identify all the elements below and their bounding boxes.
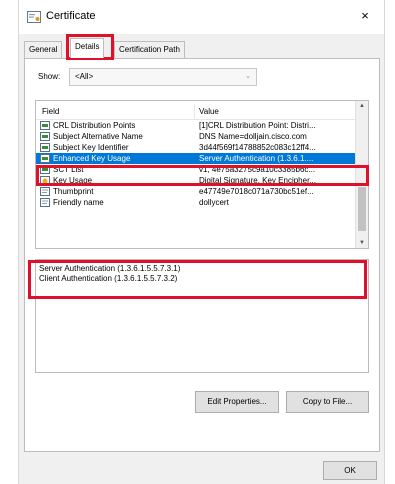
list-scrollbar[interactable]: ▲ ▼	[355, 101, 368, 248]
ok-button[interactable]: OK	[323, 461, 377, 480]
details-panel: Show: <All> ⌄ Field Value CRL Distributi…	[24, 58, 380, 452]
detail-line: Server Authentication (1.3.6.1.5.5.7.3.1…	[39, 264, 181, 273]
field-detail-box[interactable]: Server Authentication (1.3.6.1.5.5.7.3.1…	[35, 259, 369, 373]
field-value: Server Authentication (1.3.6.1....	[199, 154, 314, 163]
field-value: 3d44f569f14788852c083c12ff4...	[199, 143, 316, 152]
field-value: DNS Name=dolljain.cisco.com	[199, 132, 307, 141]
field-value: [1]CRL Distribution Point: Distri...	[199, 121, 316, 130]
show-dropdown[interactable]: <All> ⌄	[69, 68, 257, 86]
certificate-field-icon	[40, 132, 50, 141]
certificate-dialog: Certificate × General Details Certificat…	[18, 0, 385, 484]
chevron-down-icon: ⌄	[245, 73, 251, 80]
column-header-value[interactable]: Value	[194, 104, 219, 119]
field-value: v1, 4e75a3275c9a10c3385b6c...	[199, 165, 316, 174]
field-name: Thumbprint	[53, 187, 94, 196]
scrollbar-thumb[interactable]	[358, 187, 366, 231]
certificate-field-icon	[40, 165, 50, 174]
certificate-icon	[27, 11, 41, 23]
field-value: e47749e7018c071a730bc51ef...	[199, 187, 314, 196]
detail-line: Client Authentication (1.3.6.1.5.5.7.3.2…	[39, 274, 178, 283]
close-icon: ×	[361, 8, 369, 23]
show-dropdown-value: <All>	[75, 72, 94, 81]
scroll-up-icon[interactable]: ▲	[356, 103, 368, 109]
tab-general[interactable]: General	[24, 41, 63, 58]
field-name: CRL Distribution Points	[53, 121, 136, 130]
list-item[interactable]: Thumbprint e47749e7018c071a730bc51ef...	[36, 186, 355, 197]
list-item[interactable]: Subject Key Identifier 3d44f569f14788852…	[36, 142, 355, 153]
field-name: SCT List	[53, 165, 84, 174]
document-icon	[40, 198, 50, 207]
document-icon	[40, 187, 50, 196]
list-header: Field Value	[36, 101, 355, 120]
field-name: Enhanced Key Usage	[53, 154, 131, 163]
field-name: Key Usage	[53, 176, 93, 185]
list-item[interactable]: SCT List v1, 4e75a3275c9a10c3385b6c...	[36, 164, 355, 175]
certificate-field-icon	[40, 121, 50, 130]
tab-certification-path[interactable]: Certification Path	[114, 41, 185, 58]
certificate-field-icon	[40, 143, 50, 152]
copy-to-file-button[interactable]: Copy to File...	[286, 391, 369, 413]
title-bar: Certificate ×	[19, 0, 384, 34]
certificate-field-icon	[40, 154, 50, 163]
field-name: Subject Key Identifier	[53, 143, 129, 152]
field-name: Subject Alternative Name	[53, 132, 143, 141]
list-item[interactable]: Key Usage Digital Signature, Key Enciphe…	[36, 175, 355, 186]
field-value: dollycert	[199, 198, 229, 207]
show-label: Show:	[38, 72, 61, 81]
scroll-down-icon[interactable]: ▼	[356, 240, 368, 246]
edit-properties-button[interactable]: Edit Properties...	[195, 391, 279, 413]
key-usage-icon	[40, 176, 50, 185]
close-button[interactable]: ×	[356, 6, 374, 26]
window-title: Certificate	[46, 10, 96, 22]
field-list[interactable]: Field Value CRL Distribution Points [1]C…	[35, 100, 369, 249]
field-name: Friendly name	[53, 198, 104, 207]
list-item[interactable]: CRL Distribution Points [1]CRL Distribut…	[36, 120, 355, 131]
field-value: Digital Signature, Key Encipher...	[199, 176, 316, 185]
list-item[interactable]: Subject Alternative Name DNS Name=dollja…	[36, 131, 355, 142]
tab-details[interactable]: Details	[70, 38, 105, 58]
column-header-field[interactable]: Field	[42, 107, 59, 116]
list-item[interactable]: Friendly name dollycert	[36, 197, 355, 208]
list-item-selected[interactable]: Enhanced Key Usage Server Authentication…	[36, 153, 355, 164]
